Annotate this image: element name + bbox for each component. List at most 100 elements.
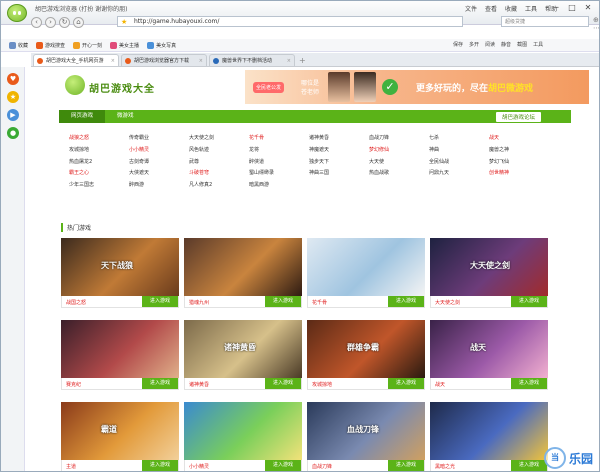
star-icon[interactable]: ★ — [7, 91, 19, 103]
menu-tools[interactable]: 工具 — [525, 4, 537, 13]
game-thumbnail[interactable]: 诸神黄昏 — [184, 320, 302, 378]
game-link[interactable]: 风色轨迹 — [189, 146, 249, 158]
game-name[interactable]: 主道 — [66, 463, 76, 470]
search-input[interactable]: 超级贷捷 — [501, 16, 589, 27]
game-thumbnail[interactable] — [61, 320, 179, 378]
heart-icon[interactable]: ♥ — [7, 73, 19, 85]
game-link[interactable]: 传奇霸业 — [129, 134, 189, 146]
game-link[interactable]: 神魔遮天 — [309, 146, 369, 158]
game-thumbnail[interactable]: 天下战狼 — [61, 238, 179, 296]
maximize-button[interactable]: □ — [565, 3, 579, 14]
game-card[interactable]: 天下战狼战国之怒 进入游戏 — [61, 238, 179, 308]
game-link[interactable]: 斗破苍穹 — [189, 169, 249, 181]
game-link[interactable]: 凡人修真2 — [189, 181, 249, 193]
ad-banner[interactable]: 全民老公发 哪位是 苍老师 ✓ 更多好玩的，尽在胡巴微游戏 — [245, 70, 589, 104]
game-name[interactable]: 战国之怒 — [66, 299, 86, 306]
fav-item[interactable]: 美女写真 — [147, 41, 176, 49]
play-button[interactable]: 进入游戏 — [142, 378, 178, 389]
tools-button[interactable]: 工具 — [533, 41, 543, 48]
game-link[interactable]: 热血战歌 — [369, 169, 429, 181]
game-name[interactable]: 猎魂九州 — [189, 299, 209, 306]
menu-view[interactable]: 查看 — [485, 4, 497, 13]
close-button[interactable]: ✕ — [581, 3, 595, 14]
tab-close-icon[interactable]: × — [111, 55, 115, 66]
game-link[interactable]: 热血屠龙2 — [69, 158, 129, 170]
game-link[interactable]: 独步天下 — [309, 158, 369, 170]
forward-button[interactable]: › — [45, 16, 56, 28]
game-thumbnail[interactable] — [184, 402, 302, 460]
game-link[interactable]: 蜀山缥缈录 — [249, 169, 309, 181]
game-card[interactable]: 群雄争霸攻城掠地 进入游戏 — [307, 320, 425, 390]
minimize-button[interactable]: ─ — [549, 3, 563, 14]
game-thumbnail[interactable] — [307, 238, 425, 296]
nav-web-games[interactable]: 网页游戏 — [59, 110, 106, 123]
game-link[interactable]: 血战刀锋 — [369, 134, 429, 146]
play-button[interactable]: 进入游戏 — [142, 296, 178, 307]
game-thumbnail[interactable]: 大天使之剑 — [430, 238, 548, 296]
play-button[interactable]: 进入游戏 — [511, 378, 547, 389]
game-card[interactable]: 诸神黄昏 诸神黄昏 进入游戏 — [184, 320, 302, 390]
game-link[interactable]: 梦幻飞仙 — [489, 158, 549, 170]
game-card[interactable]: 赛克纪 进入游戏 — [61, 320, 179, 390]
play-button[interactable]: 进入游戏 — [142, 460, 178, 471]
fav-item[interactable]: 美女主播 — [110, 41, 139, 49]
game-link[interactable]: 梦幻修仙 — [369, 146, 429, 158]
site-title[interactable]: 胡巴游戏大全 — [89, 80, 155, 95]
address-bar[interactable]: ★ http://game.hubayouxi.com/ — [117, 16, 463, 27]
game-card[interactable]: 花千骨 进入游戏 — [307, 238, 425, 308]
save-button[interactable]: 保存 — [453, 41, 463, 48]
nav-micro-games[interactable]: 微游戏 — [105, 110, 146, 123]
tab-close-icon[interactable]: × — [287, 55, 291, 66]
home-button[interactable]: ⌂ — [73, 16, 84, 28]
game-link[interactable]: 霸王之心 — [69, 169, 129, 181]
star-icon[interactable]: ★ — [121, 17, 127, 27]
game-card[interactable]: 小小精灵 进入游戏 — [184, 402, 302, 471]
back-button[interactable]: ‹ — [31, 16, 42, 28]
game-name[interactable]: 花千骨 — [312, 299, 327, 306]
game-thumbnail[interactable]: 群雄争霸 — [307, 320, 425, 378]
game-link[interactable]: 大侠遮天 — [129, 169, 189, 181]
game-link[interactable]: 神曲 — [429, 146, 489, 158]
game-link[interactable]: 神曲三国 — [309, 169, 369, 181]
game-name[interactable]: 攻城掠地 — [312, 381, 332, 388]
play-button[interactable]: 进入游戏 — [388, 460, 424, 471]
fav-item[interactable]: 游戏搜查 — [36, 41, 65, 49]
nav-tools[interactable]: ⊕ ⋯ — [593, 16, 599, 32]
game-link[interactable]: 醉侠道 — [249, 158, 309, 170]
game-thumbnail[interactable] — [430, 402, 548, 460]
mute-button[interactable]: 静音 — [501, 41, 511, 48]
game-thumbnail[interactable]: 霸道 — [61, 402, 179, 460]
game-link[interactable]: 七杀 — [429, 134, 489, 146]
chat-icon[interactable]: ● — [7, 127, 19, 139]
game-link[interactable]: 创世精神 — [489, 169, 549, 181]
play-button[interactable]: 进入游戏 — [388, 378, 424, 389]
game-card[interactable]: 战天 战天 进入游戏 — [430, 320, 548, 390]
tab-wow[interactable]: 魔兽世界下不删档活动 × — [209, 54, 295, 66]
site-logo-icon[interactable] — [65, 75, 85, 95]
game-link[interactable]: 暗黑西游 — [249, 181, 309, 193]
game-name[interactable]: 血战刀锋 — [312, 463, 332, 470]
game-link[interactable]: 武尊 — [189, 158, 249, 170]
game-link[interactable]: 攻城掠地 — [69, 146, 129, 158]
nav-forum[interactable]: 胡巴游戏论坛 — [495, 111, 541, 122]
tab-download[interactable]: 胡巴游戏浏览器官方下载 × — [121, 54, 207, 66]
tab-hubayouxi[interactable]: 胡巴游戏大全_手机网页游 × — [33, 54, 119, 66]
tab-close-icon[interactable]: × — [199, 55, 203, 66]
play-button[interactable]: 进入游戏 — [511, 460, 547, 471]
game-link[interactable]: 战天 — [489, 134, 549, 146]
game-link[interactable]: 诸神黄昏 — [309, 134, 369, 146]
game-card[interactable]: 霸道主道 进入游戏 — [61, 402, 179, 471]
game-link[interactable]: 大天使 — [369, 158, 429, 170]
game-thumbnail[interactable] — [184, 238, 302, 296]
screenshot-button[interactable]: 截图 — [517, 41, 527, 48]
game-link[interactable]: 龙将 — [249, 146, 309, 158]
play-button[interactable]: 进入游戏 — [265, 296, 301, 307]
refresh-button[interactable]: ↻ — [59, 16, 70, 28]
game-link[interactable]: 古剑奇谭 — [129, 158, 189, 170]
play-button[interactable]: 进入游戏 — [511, 296, 547, 307]
game-card[interactable]: 黑暗之光 进入游戏 — [430, 402, 548, 471]
game-link[interactable]: 战狼之怒 — [69, 134, 129, 146]
game-name[interactable]: 大天使之剑 — [435, 299, 460, 306]
menu-favorites[interactable]: 收藏 — [505, 4, 517, 13]
game-card[interactable]: 猎魂九州 进入游戏 — [184, 238, 302, 308]
